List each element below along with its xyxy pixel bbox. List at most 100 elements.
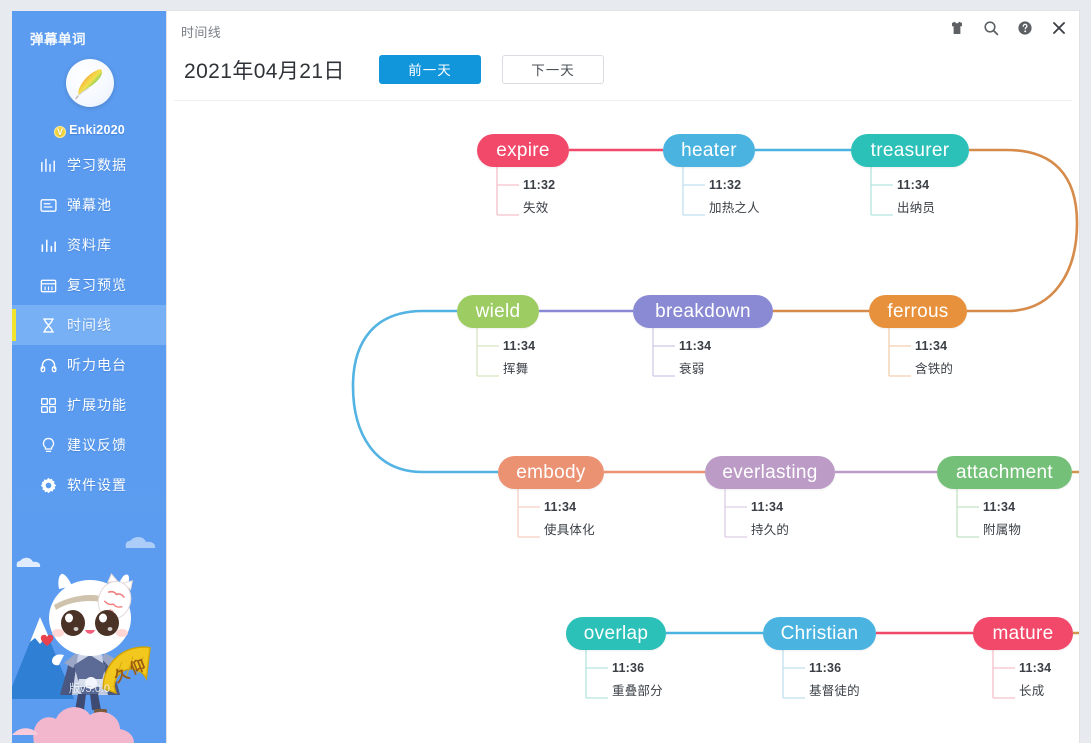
- node-word: wield: [475, 300, 521, 322]
- node-definition: 出纳员: [897, 201, 936, 215]
- node-word: embody: [516, 461, 586, 483]
- node-time: 11:34: [897, 178, 930, 192]
- timeline-canvas: expire 11:32 失效 heater 11:32 加热之人 treasu…: [167, 101, 1079, 743]
- danmaku-pool-icon: [38, 195, 58, 215]
- node-time: 11:34: [751, 500, 784, 514]
- wield-embody-loop: [351, 309, 498, 474]
- timeline-node[interactable]: heater: [663, 134, 755, 167]
- node-word: ferrous: [887, 300, 949, 322]
- sidebar-item-timeline[interactable]: 时间线: [12, 305, 167, 345]
- node-time: 11:34: [1019, 661, 1052, 675]
- node-definition: 持久的: [751, 523, 790, 537]
- node-time: 11:36: [809, 661, 842, 675]
- sidebar-item-danmaku-pool[interactable]: 弹幕池: [12, 185, 167, 225]
- timeline-node[interactable]: overlap: [566, 617, 666, 650]
- node-definition: 长成: [1019, 684, 1045, 698]
- account-name: Enki2020: [69, 123, 125, 137]
- sidebar: 弹幕单词 V Enki2020 学习数据 弹幕池 资料库 复习预览 时间线 听力…: [12, 11, 167, 743]
- node-time: 11:34: [503, 339, 536, 353]
- sidebar-item-listening-radio[interactable]: 听力电台: [12, 345, 167, 385]
- timeline-node[interactable]: attachment: [937, 456, 1072, 489]
- node-word: heater: [681, 139, 737, 161]
- node-definition: 加热之人: [709, 201, 760, 215]
- titlebar-actions: [947, 18, 1069, 38]
- headphones-icon: [38, 355, 58, 375]
- node-definition: 重叠部分: [612, 684, 663, 698]
- feather-logo-icon: [65, 59, 114, 107]
- timeline-node[interactable]: everlasting: [705, 456, 835, 489]
- sidebar-item-label: 弹幕池: [67, 197, 112, 213]
- titlebar: 时间线: [167, 11, 1079, 49]
- timeline-node[interactable]: ferrous: [869, 295, 967, 328]
- sidebar-item-label: 学习数据: [67, 157, 127, 173]
- node-word: treasurer: [870, 139, 950, 161]
- sidebar-item-settings[interactable]: 软件设置: [12, 465, 167, 505]
- node-word: overlap: [583, 622, 649, 644]
- bar-chart-icon: [38, 155, 58, 175]
- mascot-illustration: 久 仰 版v5.0.0: [12, 513, 167, 743]
- node-definition: 含铁的: [915, 362, 954, 376]
- lightbulb-icon: [38, 435, 58, 455]
- next-day-button[interactable]: 下一天: [502, 55, 604, 84]
- library-icon: [38, 235, 58, 255]
- account-name-row: V Enki2020: [12, 123, 167, 138]
- gear-icon: [38, 475, 58, 495]
- node-word: everlasting: [722, 461, 818, 483]
- node-definition: 使具体化: [544, 523, 595, 537]
- search-icon[interactable]: [981, 18, 1001, 38]
- timeline-node[interactable]: treasurer: [851, 134, 969, 167]
- timeline-node[interactable]: embody: [498, 456, 604, 489]
- app-window: 弹幕单词 V Enki2020 学习数据 弹幕池 资料库 复习预览 时间线 听力…: [0, 0, 1091, 743]
- app-title: 弹幕单词: [30, 32, 86, 47]
- current-date-label: 2021年04月21日: [184, 60, 345, 83]
- sidebar-nav: 学习数据 弹幕池 资料库 复习预览 时间线 听力电台 扩展功能 建议反馈 软件设…: [12, 145, 167, 505]
- node-word: Christian: [780, 622, 859, 644]
- sidebar-item-extensions[interactable]: 扩展功能: [12, 385, 167, 425]
- timeline-node[interactable]: Christian: [763, 617, 876, 650]
- calendar-icon: [38, 275, 58, 295]
- treasurer-ferrous-loop: [967, 148, 1079, 313]
- sidebar-item-label: 听力电台: [67, 357, 127, 373]
- attachment-mature-loop: [1072, 470, 1079, 635]
- timeline-node[interactable]: mature: [973, 617, 1073, 650]
- timeline-node[interactable]: expire: [477, 134, 569, 167]
- node-time: 11:34: [915, 339, 948, 353]
- node-time: 11:34: [544, 500, 577, 514]
- verified-badge-icon: V: [54, 126, 67, 138]
- node-time: 11:32: [709, 178, 742, 192]
- hourglass-icon: [38, 315, 58, 335]
- node-time: 11:32: [523, 178, 556, 192]
- node-time: 11:34: [679, 339, 712, 353]
- sidebar-item-study-data[interactable]: 学习数据: [12, 145, 167, 185]
- sidebar-item-label: 时间线: [67, 317, 112, 333]
- skin-icon[interactable]: [947, 18, 967, 38]
- sidebar-item-review-preview[interactable]: 复习预览: [12, 265, 167, 305]
- prev-day-button[interactable]: 前一天: [379, 55, 481, 84]
- help-icon[interactable]: [1015, 18, 1035, 38]
- node-word: breakdown: [655, 300, 751, 322]
- sidebar-item-library[interactable]: 资料库: [12, 225, 167, 265]
- timeline-node[interactable]: breakdown: [633, 295, 773, 328]
- node-definition: 衰弱: [679, 362, 705, 376]
- node-definition: 基督徒的: [809, 684, 860, 698]
- node-definition: 失效: [523, 201, 549, 215]
- node-word: attachment: [956, 461, 1053, 483]
- sidebar-item-label: 软件设置: [67, 477, 127, 493]
- date-toolbar: 2021年04月21日 前一天 下一天: [167, 49, 1079, 99]
- version-label: 版v5.0.0: [69, 683, 110, 695]
- sidebar-item-feedback[interactable]: 建议反馈: [12, 425, 167, 465]
- node-time: 11:34: [983, 500, 1016, 514]
- titlebar-title: 时间线: [181, 25, 222, 40]
- node-definition: 附属物: [983, 523, 1022, 537]
- node-word: mature: [992, 622, 1054, 644]
- node-definition: 挥舞: [503, 362, 529, 376]
- main-window: 时间线 2021年04月21日 前一天 下一天 expire 11:32 失效 …: [167, 11, 1079, 743]
- sidebar-item-label: 扩展功能: [67, 397, 127, 413]
- sidebar-item-label: 复习预览: [67, 277, 127, 293]
- timeline-node[interactable]: wield: [457, 295, 539, 328]
- node-word: expire: [496, 139, 550, 161]
- app-logo: [12, 59, 167, 112]
- close-icon[interactable]: [1049, 18, 1069, 38]
- grid-icon: [38, 395, 58, 415]
- sidebar-item-label: 建议反馈: [67, 437, 127, 453]
